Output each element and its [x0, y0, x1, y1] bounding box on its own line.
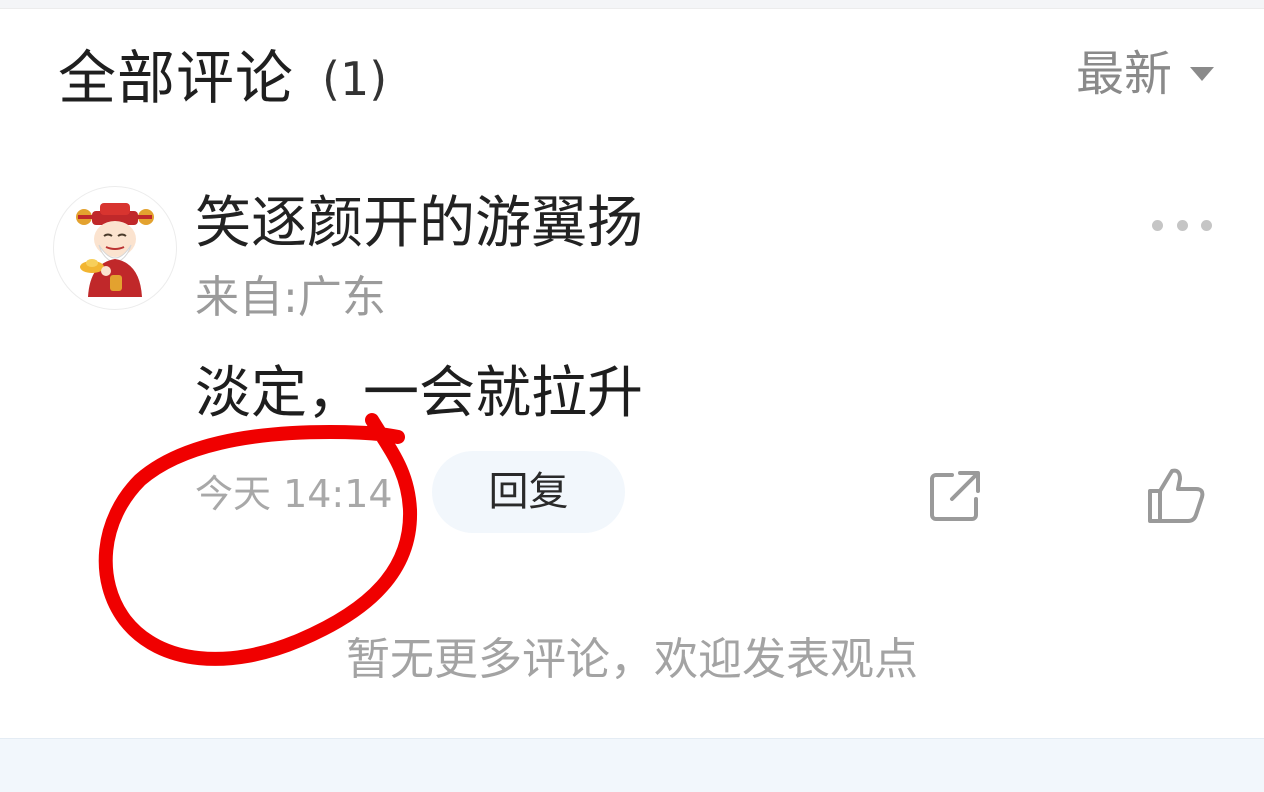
username[interactable]: 笑逐颜开的游翼扬 — [195, 186, 643, 262]
sort-dropdown[interactable]: 最新 — [1076, 42, 1214, 106]
dot — [1176, 219, 1188, 231]
avatar[interactable] — [53, 186, 177, 310]
location-label: 来自:广东 — [195, 272, 386, 323]
more-dots-icon[interactable] — [1152, 210, 1212, 240]
comment-text: 淡定，一会就拉升 — [195, 361, 643, 426]
comments-title: 全部评论 — [58, 44, 295, 112]
share-icon[interactable] — [928, 469, 982, 523]
dot — [1152, 219, 1163, 231]
caishen-avatar-icon — [76, 203, 154, 297]
dot — [1201, 219, 1212, 231]
reply-button[interactable]: 回复 — [432, 451, 625, 533]
thumbs-up-icon[interactable] — [1146, 467, 1206, 525]
caret-down-icon — [1190, 67, 1214, 81]
bottom-bar — [0, 738, 1264, 792]
timestamp: 今天 14:14 — [195, 472, 393, 516]
no-more-comments-text: 暂无更多评论，欢迎发表观点 — [346, 634, 918, 685]
comments-header: 全部评论 (1) 最新 — [0, 8, 1264, 128]
comment-item: 笑逐颜开的游翼扬 来自:广东 淡定，一会就拉升 今天 14:14 回复 — [0, 180, 1264, 550]
sort-label: 最新 — [1075, 46, 1172, 102]
comments-count: (1) — [322, 52, 388, 106]
